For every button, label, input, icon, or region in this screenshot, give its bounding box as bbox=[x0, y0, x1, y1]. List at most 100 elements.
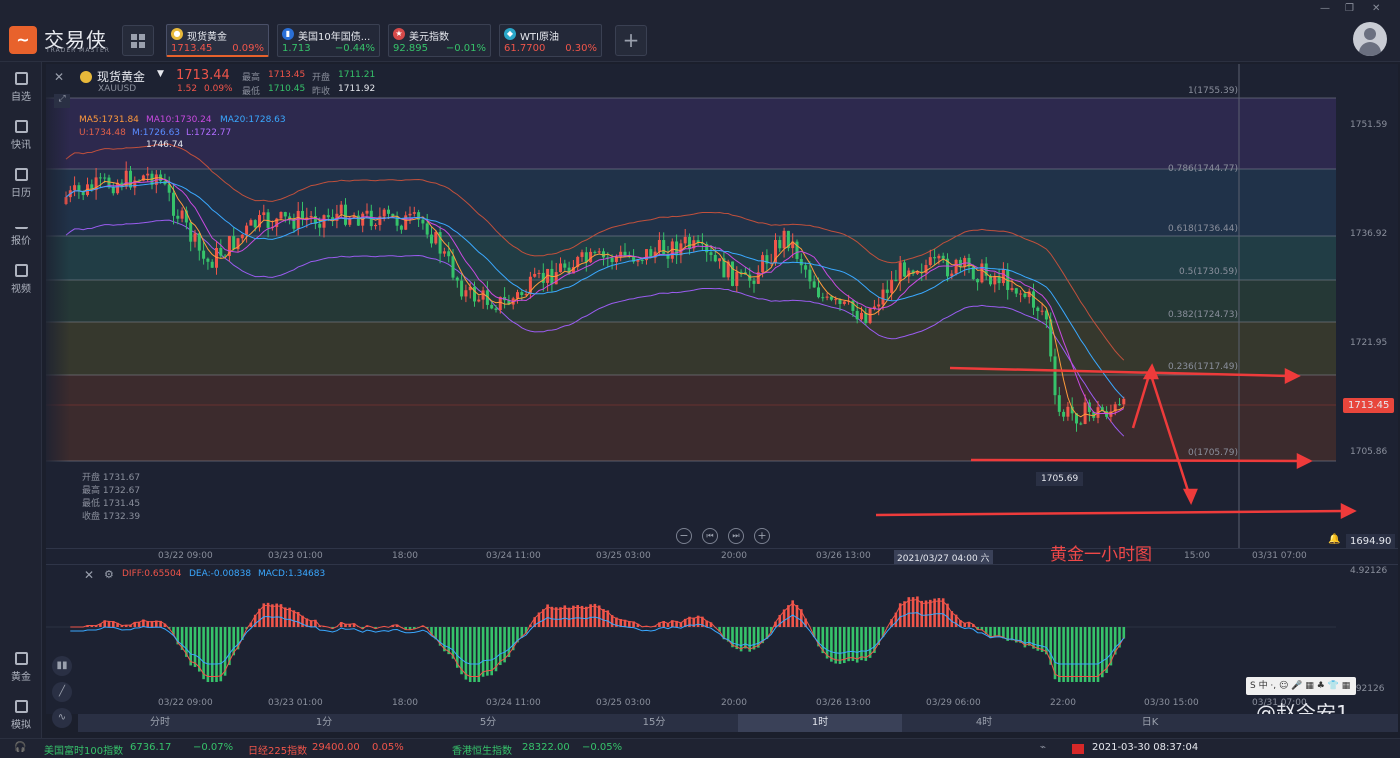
macd-bar bbox=[447, 627, 450, 655]
macd-panel[interactable]: ✕ ⚙ DIFF:0.65504 DEA:-0.00838 MACD:1.346… bbox=[46, 564, 1398, 725]
macd-bar bbox=[924, 600, 928, 627]
settings-icon[interactable]: ⚙ bbox=[104, 568, 114, 581]
macd-bar bbox=[193, 627, 197, 668]
headset-icon[interactable]: 🎧 bbox=[14, 742, 26, 753]
macd-diff-label: DIFF:0.65504 bbox=[122, 569, 182, 579]
minimize-icon[interactable]: — bbox=[1320, 3, 1330, 14]
period-tab-1h[interactable]: 1时 bbox=[738, 714, 902, 732]
input-method-toolbar[interactable]: S 中 ·, ☺ 🎤 ▦ ♣ 👕 ▦ bbox=[1246, 677, 1356, 695]
ticker-price: 1.713 bbox=[282, 43, 311, 54]
ticker-gold[interactable]: ● 现货黄金 1713.45 0.09% bbox=[166, 24, 269, 57]
price-chart-panel[interactable]: ✕ ⤢ 现货黄金 ▼ XAUUSD 1713.44 1.52 0.09% 最高 … bbox=[46, 64, 1398, 564]
bar-chart-icon: ▮ bbox=[282, 28, 294, 40]
close-macd-icon[interactable]: ✕ bbox=[84, 568, 94, 582]
macd-bar bbox=[198, 627, 201, 672]
sidebar-item-label: 模拟 bbox=[11, 720, 31, 731]
macd-bar bbox=[572, 605, 575, 627]
macd-bar bbox=[933, 598, 936, 627]
user-avatar[interactable] bbox=[1353, 22, 1387, 56]
indicator-line-icon[interactable]: ∿ bbox=[52, 708, 72, 728]
network-icon[interactable]: ⌁ bbox=[1040, 742, 1046, 753]
macd-bar bbox=[559, 607, 562, 627]
status-index-name[interactable]: 香港恒生指数 bbox=[452, 742, 512, 757]
sidebar-item-simulate[interactable]: 模拟 bbox=[0, 700, 42, 731]
macd-bar bbox=[834, 627, 837, 664]
status-index-value: 28322.00 bbox=[522, 742, 570, 753]
macd-bar bbox=[219, 627, 223, 682]
close-icon[interactable]: ✕ bbox=[1372, 3, 1380, 14]
status-index-name[interactable]: 美国富时100指数 bbox=[44, 742, 123, 757]
ticker-price: 1713.45 bbox=[171, 43, 213, 54]
macd-bar bbox=[275, 603, 278, 627]
maximize-icon[interactable]: ❐ bbox=[1345, 3, 1354, 14]
macd-bar bbox=[748, 627, 751, 652]
period-tab-4h[interactable]: 4时 bbox=[902, 714, 1066, 732]
macd-bar bbox=[903, 601, 906, 627]
time-tick: 03/26 13:00 bbox=[816, 698, 871, 708]
macd-bar bbox=[739, 627, 743, 652]
bookmark-icon bbox=[14, 72, 28, 85]
macd-bar bbox=[1088, 627, 1091, 682]
macd-bar bbox=[920, 600, 923, 627]
sidebar-item-quotes[interactable]: 报价 bbox=[0, 216, 42, 247]
macd-value-label: MACD:1.34683 bbox=[258, 569, 326, 579]
ticker-change: −0.44% bbox=[334, 43, 375, 54]
macd-bar bbox=[847, 627, 850, 662]
sidebar-item-calendar[interactable]: 日历 bbox=[0, 168, 42, 199]
indicator-bars-icon[interactable]: ▮▮ bbox=[52, 656, 72, 676]
macd-bar bbox=[602, 609, 605, 627]
time-tick: 03/22 09:00 bbox=[158, 698, 213, 708]
draw-line-icon[interactable]: ╱ bbox=[52, 682, 72, 702]
time-tick: 03/23 01:00 bbox=[268, 698, 323, 708]
macd-bar bbox=[907, 597, 911, 627]
macd-bar bbox=[1070, 627, 1074, 682]
macd-bar bbox=[486, 627, 489, 676]
ticker-name: 现货黄金 bbox=[187, 32, 227, 43]
macd-bar bbox=[567, 607, 571, 627]
macd-bar bbox=[1062, 627, 1065, 682]
time-tick: 03/29 06:00 bbox=[926, 698, 981, 708]
macd-bar bbox=[929, 599, 932, 627]
macd-bar bbox=[202, 627, 205, 680]
macd-chart[interactable] bbox=[46, 565, 1398, 715]
macd-bar bbox=[1036, 627, 1040, 651]
macd-axis-top: 4.92126 bbox=[1350, 566, 1388, 576]
add-ticker-button[interactable]: + bbox=[615, 25, 647, 56]
ticker-dxy[interactable]: ★ 美元指数 92.895 −0.01% bbox=[388, 24, 491, 57]
time-tick: 22:00 bbox=[1050, 698, 1076, 708]
macd-bar bbox=[494, 627, 498, 672]
layout-grid-button[interactable] bbox=[122, 25, 154, 56]
sidebar-item-video[interactable]: 视频 bbox=[0, 264, 42, 295]
macd-bar bbox=[1066, 627, 1070, 682]
ticker-wti[interactable]: ◆ WTI原油 61.7700 0.30% bbox=[499, 24, 602, 57]
ticker-name: WTI原油 bbox=[520, 32, 559, 43]
status-index-change: −0.07% bbox=[193, 742, 234, 753]
gold-icon bbox=[14, 652, 28, 665]
period-tab-15m[interactable]: 15分 bbox=[572, 714, 736, 732]
macd-bar bbox=[1101, 627, 1104, 678]
news-icon bbox=[14, 120, 28, 133]
period-tab-5m[interactable]: 5分 bbox=[406, 714, 570, 732]
macd-bar bbox=[481, 627, 485, 677]
status-index-value: 6736.17 bbox=[130, 742, 172, 753]
period-tab-day[interactable]: 日K bbox=[1068, 714, 1232, 732]
macd-bar bbox=[284, 607, 287, 627]
macd-bar bbox=[468, 627, 472, 682]
period-tab-1m[interactable]: 1分 bbox=[242, 714, 406, 732]
sidebar-item-watchlist[interactable]: 自选 bbox=[0, 72, 42, 103]
sidebar-item-gold[interactable]: 黄金 bbox=[0, 652, 42, 683]
app-subtitle: TRADER MASTER bbox=[46, 47, 110, 54]
macd-bar bbox=[860, 627, 863, 661]
macd-bar bbox=[473, 627, 476, 682]
time-tick: 20:00 bbox=[721, 698, 747, 708]
macd-bar bbox=[911, 597, 915, 627]
ticker-change: 0.30% bbox=[565, 43, 597, 54]
ticker-us10y[interactable]: ▮ 美国10年国债... 1.713 −0.44% bbox=[277, 24, 380, 57]
macd-bar bbox=[576, 605, 579, 627]
status-index-name[interactable]: 日经225指数 bbox=[248, 742, 307, 757]
video-icon bbox=[14, 264, 28, 277]
sidebar-item-news[interactable]: 快讯 bbox=[0, 120, 42, 151]
macd-bar bbox=[1122, 627, 1126, 639]
macd-bar bbox=[589, 604, 592, 627]
period-tab-tick[interactable]: 分时 bbox=[78, 714, 242, 732]
